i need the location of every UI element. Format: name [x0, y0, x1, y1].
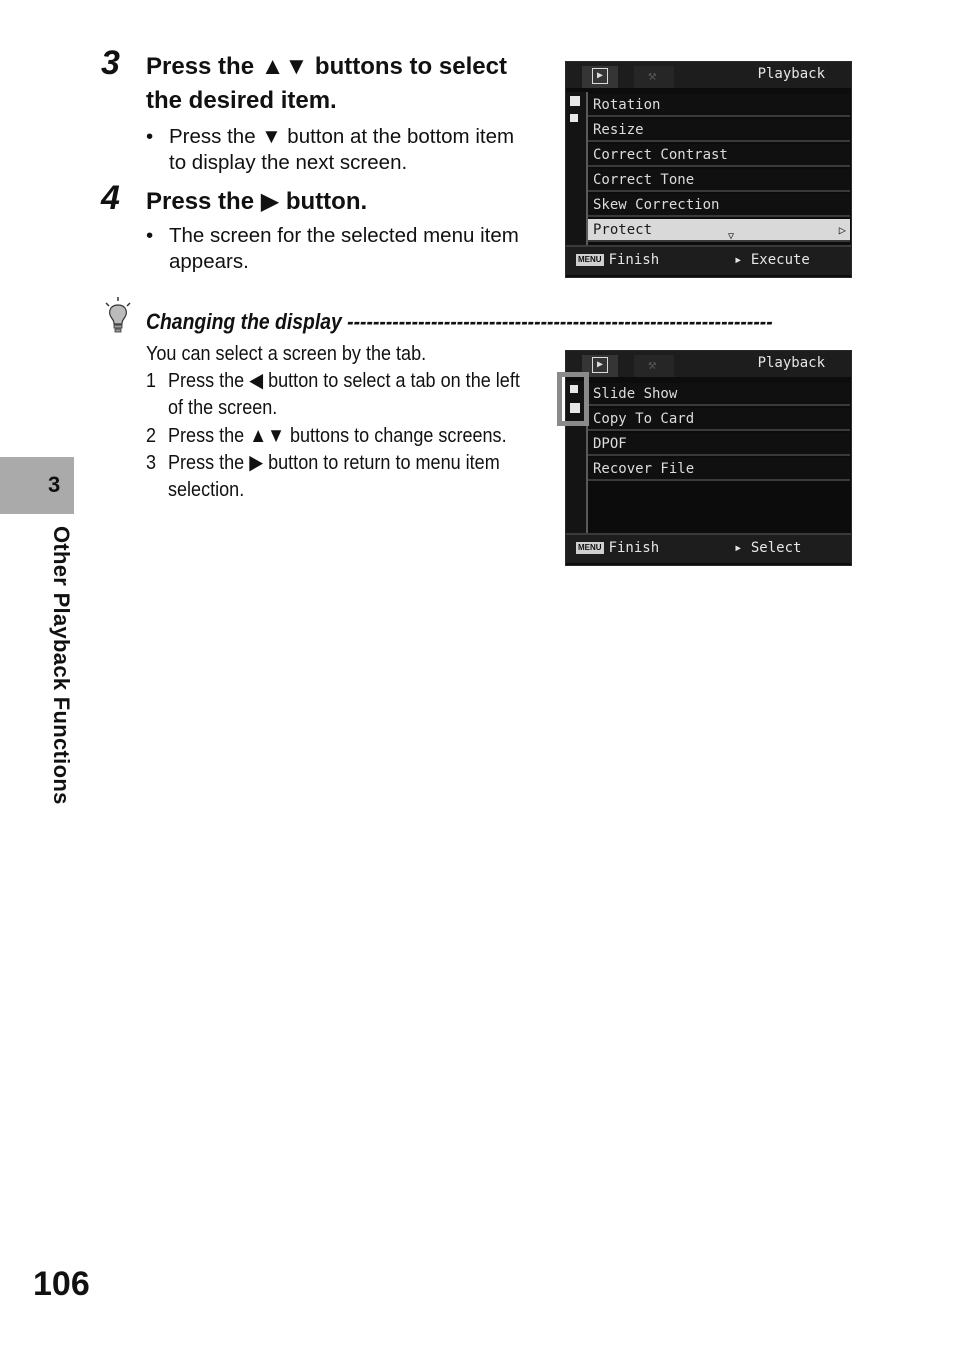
playback-tab: ▶: [582, 66, 618, 88]
chapter-number: 3: [48, 472, 61, 497]
page-number: 106: [33, 1265, 90, 1303]
wrench-icon: ⚒: [648, 68, 657, 84]
right-arrow-icon: ▶: [249, 451, 264, 474]
hint-title: Changing the display -------------------…: [146, 308, 773, 336]
step-4-heading: Press the ▶ button.: [146, 185, 546, 219]
screen-footer: MENU Finish ▸ Select: [566, 533, 851, 563]
menu-row-2[interactable]: DPOF: [588, 433, 850, 456]
menu-key-icon: MENU: [576, 254, 604, 266]
camera-screen-select: ▶ ⚒ Playback Slide Show Copy To Card DPO…: [565, 350, 852, 566]
hint-item-2-number: 2: [146, 424, 157, 447]
screen-tab-bar: ▶ ⚒ Playback: [566, 351, 851, 377]
step-4-heading-b: button.: [279, 188, 368, 215]
finish-label: Finish: [608, 540, 660, 556]
step-3-bullet: Press the ▼ button at the bottom item to…: [146, 124, 569, 176]
setup-tab: ⚒: [634, 66, 674, 88]
select-label: ▸ Select: [734, 540, 802, 556]
hint-item-3-b: button to return to menu item: [263, 451, 500, 474]
hint-title-dashes: ----------------------------------------…: [347, 309, 773, 334]
chapter-title: Other Playback Functions: [49, 526, 74, 805]
step-4-heading-a: Press the: [146, 188, 261, 215]
screen-title: Playback: [757, 66, 825, 82]
hint-item-3-line2: selection.: [168, 478, 245, 501]
screen-side-tabs: [566, 92, 586, 247]
menu-row-3[interactable]: Correct Tone: [588, 169, 850, 192]
play-icon: ▶: [592, 357, 608, 373]
hint-item-1-number: 1: [146, 369, 157, 392]
step-3-heading-line2: the desired item.: [146, 87, 337, 114]
down-arrow-icon: ▼: [261, 125, 282, 148]
screen-tab-bar: ▶ ⚒ Playback: [566, 62, 851, 88]
hint-item-1-line2: of the screen.: [168, 396, 278, 419]
setup-tab: ⚒: [634, 355, 674, 377]
menu-row-1[interactable]: Copy To Card: [588, 408, 850, 431]
hint-item-2-b: buttons to change screens.: [284, 424, 507, 447]
hint-item-1-b: button to select a tab on the left: [263, 369, 520, 392]
up-down-arrows-icon: ▲▼: [249, 424, 285, 447]
menu-row-0[interactable]: Rotation: [588, 94, 850, 117]
hint-intro: You can select a screen by the tab.: [146, 342, 427, 365]
menu-row-2[interactable]: Correct Contrast: [588, 144, 850, 167]
up-down-arrows-icon: ▲▼: [260, 53, 309, 80]
left-arrow-icon: ◀: [249, 369, 264, 392]
step-4-bullet: The screen for the selected menu item ap…: [146, 223, 569, 275]
finish-label: Finish: [608, 252, 660, 268]
menu-row-0[interactable]: Slide Show: [588, 383, 850, 406]
page-tab-1-icon: [570, 96, 580, 106]
hint-title-text: Changing the display: [146, 309, 342, 334]
step-3-bullet-line2: to display the next screen.: [169, 151, 408, 174]
hint-item-3-a: Press the: [168, 451, 250, 474]
menu-row-5-selected[interactable]: Protect ▽ ▷: [588, 219, 850, 242]
step-3-heading-b: buttons to select: [308, 53, 507, 80]
page-tab-2-icon: [570, 114, 578, 122]
hint-lightbulb-icon: [102, 296, 134, 336]
hint-item-2-a: Press the: [168, 424, 250, 447]
tab-highlight-frame: [557, 372, 589, 426]
right-arrow-icon: ▶: [260, 188, 280, 215]
step-3-bullet-b: button at the bottom item: [281, 125, 515, 148]
play-icon: ▶: [592, 68, 608, 84]
submenu-arrow-icon: ▷: [838, 223, 846, 237]
step-3-heading: Press the ▲▼ buttons to select the desir…: [146, 50, 546, 118]
menu-key-icon: MENU: [576, 542, 604, 554]
hint-item-3-number: 3: [146, 451, 157, 474]
camera-screen-execute: ▶ ⚒ Playback Rotation Resize Correct Con…: [565, 61, 852, 278]
step-4-number: 4: [101, 179, 120, 217]
menu-row-5-label: Protect: [593, 222, 653, 238]
screen-title: Playback: [757, 355, 825, 371]
menu-row-1[interactable]: Resize: [588, 119, 850, 142]
step-3-number: 3: [101, 44, 120, 82]
menu-row-4[interactable]: Skew Correction: [588, 194, 850, 217]
step-3-heading-a: Press the: [146, 53, 261, 80]
step-3-bullet-a: Press the: [169, 125, 262, 148]
execute-label: ▸ Execute: [734, 252, 810, 268]
hint-item-3: Press the ▶ button to return to menu ite…: [168, 449, 500, 503]
step-4-bullet-line1: The screen for the selected menu item: [169, 224, 519, 247]
wrench-icon: ⚒: [648, 357, 657, 373]
screen-footer: MENU Finish ▸ Execute: [566, 245, 851, 275]
menu-row-3[interactable]: Recover File: [588, 458, 850, 481]
hint-item-1: Press the ◀ button to select a tab on th…: [168, 367, 520, 421]
hint-item-2: Press the ▲▼ buttons to change screens.: [168, 422, 507, 449]
hint-item-1-a: Press the: [168, 369, 250, 392]
step-4-bullet-line2: appears.: [169, 250, 249, 273]
chapter-tab: [0, 457, 74, 514]
